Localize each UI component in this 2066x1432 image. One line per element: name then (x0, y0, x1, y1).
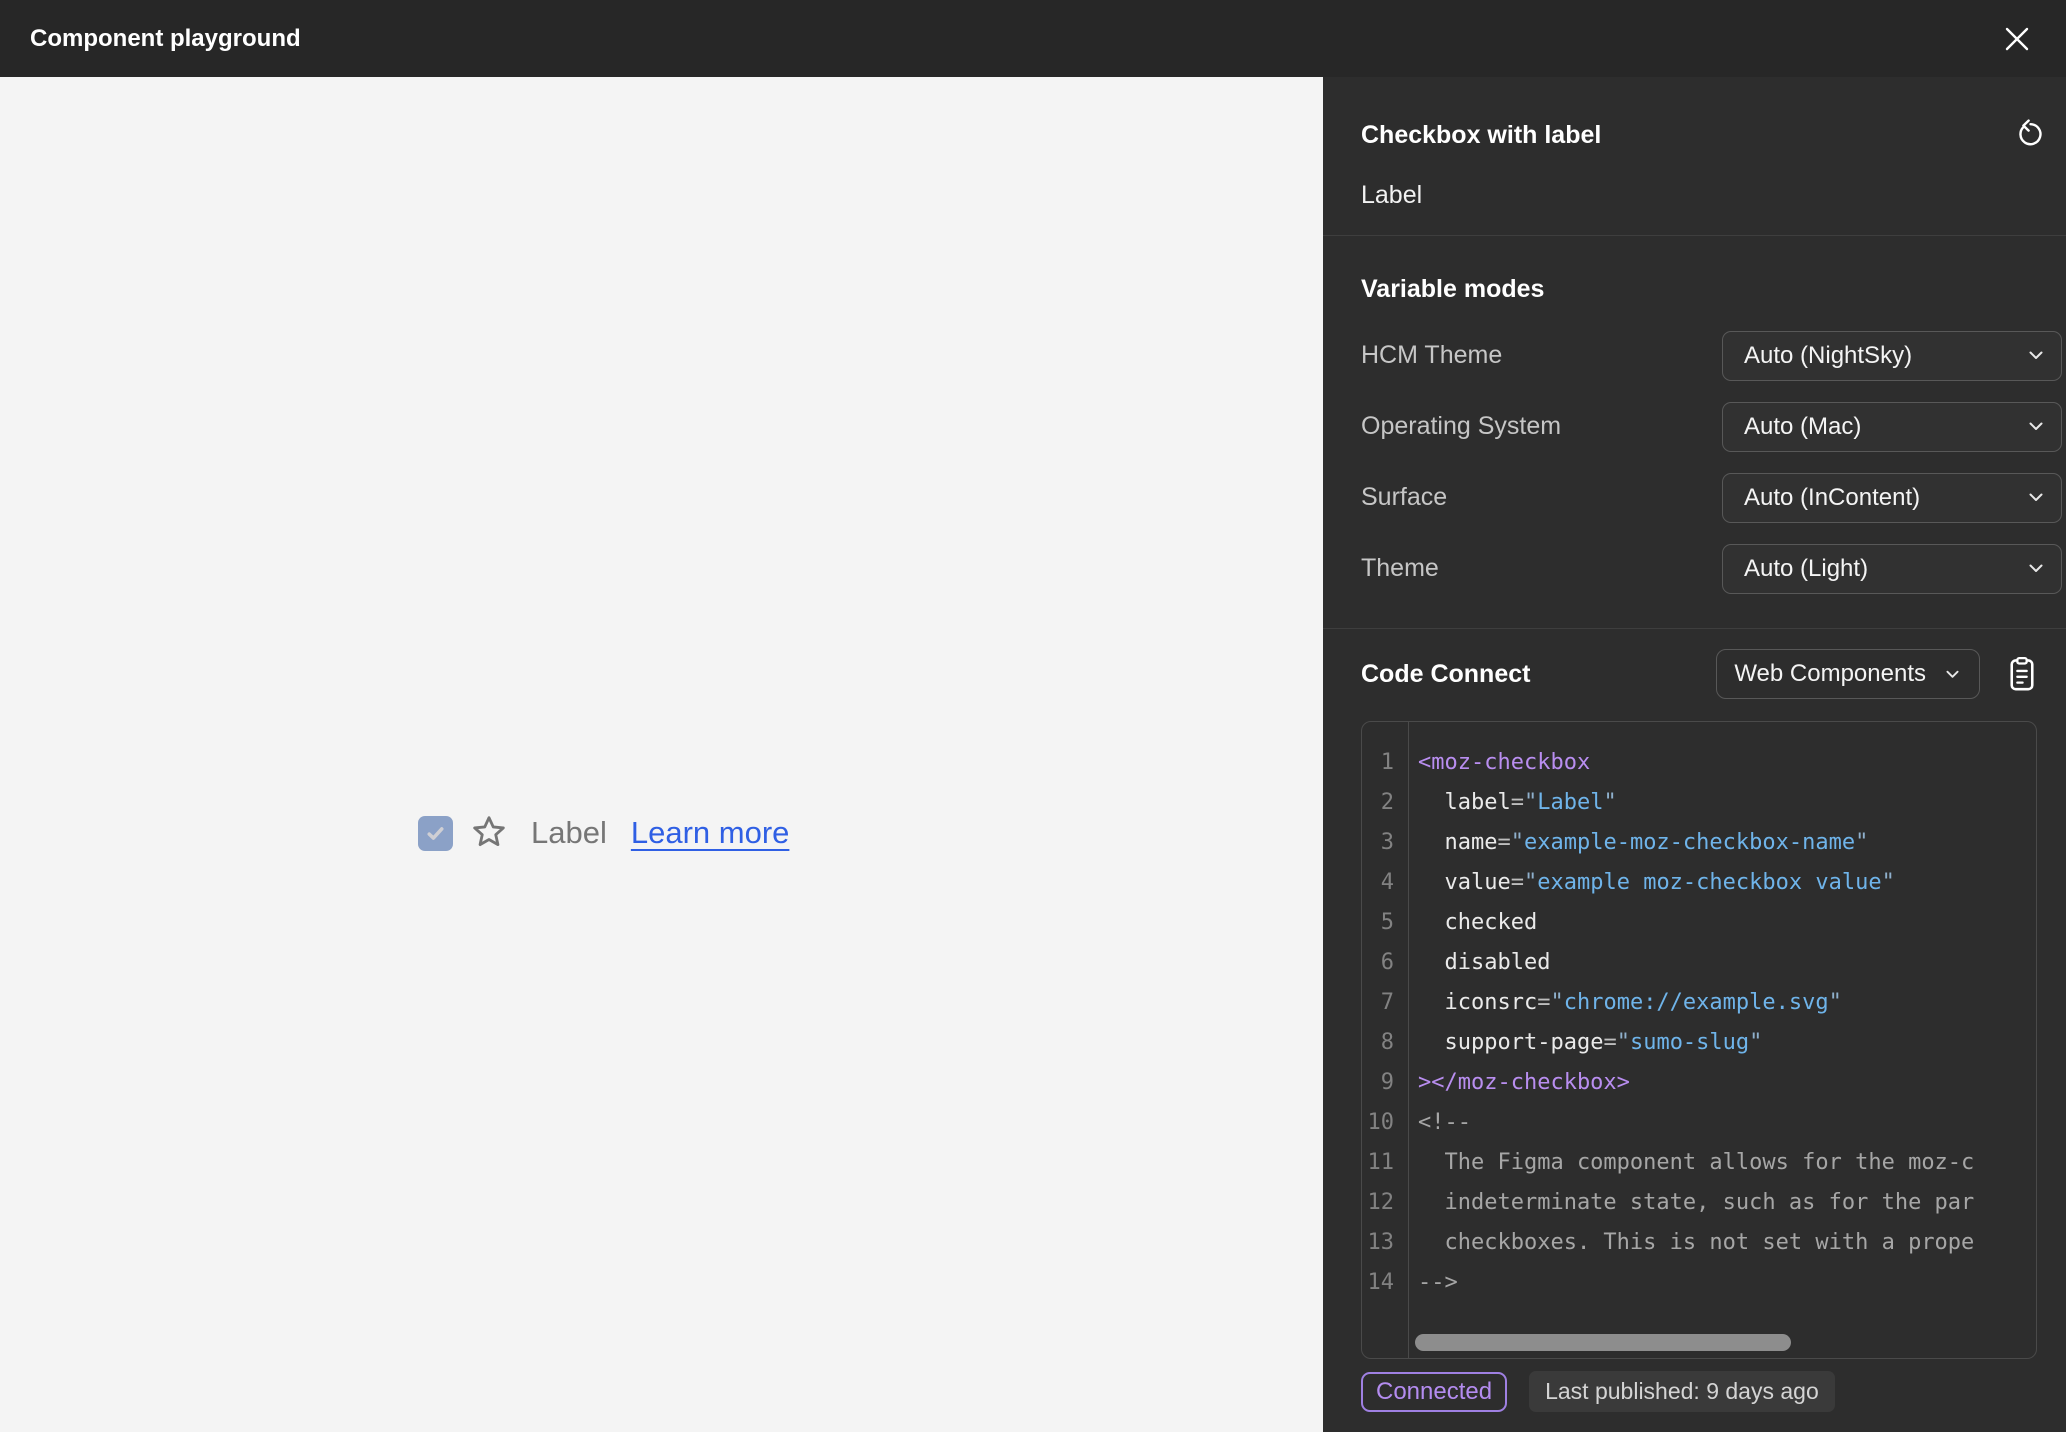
inspector-panel: Checkbox with label Label Variable modes… (1323, 77, 2066, 1432)
star-icon (469, 813, 509, 853)
line-number: 3 (1380, 829, 1394, 855)
code-line: 4 value="example moz-checkbox value" (1362, 862, 2036, 902)
status-badge: Connected (1361, 1371, 1508, 1412)
code-line: 3 name="example-moz-checkbox-name" (1362, 822, 2036, 862)
line-number: 5 (1380, 909, 1394, 935)
chevron-down-icon (2029, 422, 2043, 431)
theme-select[interactable]: Auto (Light) (1722, 543, 2062, 594)
line-number: 8 (1380, 1029, 1394, 1055)
preview-canvas: Label Learn more (0, 77, 1323, 1432)
code-connect-section: Code Connect Web Components 1 <moz-check… (1323, 629, 2066, 1432)
reset-icon (2014, 119, 2046, 151)
component-header: Checkbox with label Label (1323, 77, 2066, 236)
close-icon (2004, 26, 2030, 52)
learn-more-link[interactable]: Learn more (631, 815, 790, 851)
chevron-down-icon (2029, 493, 2043, 502)
checkbox-component-preview: Label Learn more (418, 813, 789, 853)
code-line: 6 disabled (1362, 942, 2036, 982)
framework-select[interactable]: Web Components (1716, 649, 1980, 699)
line-number: 2 (1380, 789, 1394, 815)
close-button[interactable] (2000, 22, 2034, 56)
code-line: 11 The Figma component allows for the mo… (1362, 1142, 2036, 1182)
code-line: 2 label="Label" (1362, 782, 2036, 822)
code-line: 14 --> (1362, 1262, 2036, 1302)
mode-row-theme: Theme Auto (Light) (1361, 533, 2066, 604)
select-value: Auto (Light) (1744, 554, 1869, 582)
window-title: Component playground (30, 24, 301, 52)
line-number: 6 (1380, 949, 1394, 975)
mode-label: Operating System (1361, 412, 1562, 440)
preview-checkbox[interactable] (418, 815, 453, 851)
operating-system-select[interactable]: Auto (Mac) (1722, 401, 2062, 452)
component-variant-label: Label (1361, 181, 1423, 209)
chevron-down-icon (2029, 564, 2043, 573)
code-line: 7 iconsrc="chrome://example.svg" (1362, 982, 2036, 1022)
line-number: 11 (1367, 1149, 1395, 1175)
reset-button[interactable] (2012, 117, 2048, 153)
line-number: 13 (1367, 1229, 1395, 1255)
line-number: 7 (1380, 989, 1394, 1015)
code-line: 13 checkboxes. This is not set with a pr… (1362, 1222, 2036, 1262)
chevron-down-icon (1946, 670, 1959, 679)
clipboard-icon (2008, 656, 2036, 692)
checkmark-icon (423, 821, 448, 846)
code-line: 8 support-page="sumo-slug" (1362, 1022, 2036, 1062)
line-number: 14 (1367, 1269, 1395, 1295)
horizontal-scrollbar-thumb[interactable] (1415, 1334, 1791, 1351)
surface-select[interactable]: Auto (InContent) (1722, 472, 2062, 523)
line-number: 4 (1380, 869, 1394, 895)
variable-modes-section: Variable modes HCM Theme Auto (NightSky)… (1323, 236, 2066, 629)
mode-row-surface: Surface Auto (InContent) (1361, 462, 2066, 533)
code-line: 12 indeterminate state, such as for the … (1362, 1182, 2036, 1222)
mode-label: Theme (1361, 554, 1439, 582)
mode-label: Surface (1361, 483, 1448, 511)
gutter-divider (1408, 722, 1409, 1358)
line-number: 12 (1367, 1189, 1395, 1215)
line-number: 10 (1367, 1109, 1395, 1135)
chevron-down-icon (2029, 351, 2043, 360)
mode-label: HCM Theme (1361, 341, 1503, 369)
line-number: 1 (1380, 749, 1394, 775)
code-line: 5 checked (1362, 902, 2036, 942)
line-number: 9 (1380, 1069, 1394, 1095)
code-line: 1 <moz-checkbox (1362, 742, 2036, 782)
code-line: 10 <!-- (1362, 1102, 2036, 1142)
last-published-chip: Last published: 9 days ago (1529, 1371, 1835, 1412)
select-value: Auto (NightSky) (1744, 341, 1913, 369)
mode-row-operating-system: Operating System Auto (Mac) (1361, 391, 2066, 462)
component-name: Checkbox with label (1361, 120, 1602, 149)
copy-code-button[interactable] (2008, 656, 2036, 692)
titlebar: Component playground (0, 0, 2066, 77)
preview-checkbox-label: Label (531, 815, 607, 850)
code-connect-title: Code Connect (1361, 659, 1531, 688)
hcm-theme-select[interactable]: Auto (NightSky) (1722, 330, 2062, 381)
variable-modes-title: Variable modes (1361, 275, 1545, 303)
code-lines: 1 <moz-checkbox 2 label="Label" 3 name="exa… (1362, 742, 2036, 1302)
select-value: Auto (Mac) (1744, 412, 1862, 440)
code-line: 9 ></moz-checkbox> (1362, 1062, 2036, 1102)
code-snippet: 1 <moz-checkbox 2 label="Label" 3 name="exa… (1361, 721, 2037, 1359)
framework-value: Web Components (1734, 660, 1926, 687)
select-value: Auto (InContent) (1744, 483, 1921, 511)
mode-row-hcm-theme: HCM Theme Auto (NightSky) (1361, 320, 2066, 391)
